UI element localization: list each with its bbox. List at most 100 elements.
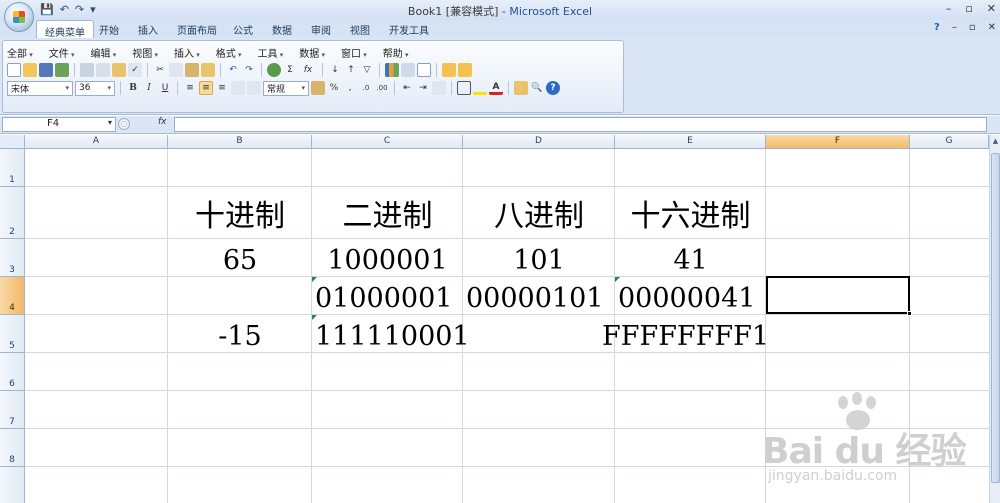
fill-handle[interactable] [907,311,912,316]
new-file-icon[interactable] [7,63,21,77]
tab-classic-menu[interactable]: 经典菜单 [36,20,94,39]
tab-home[interactable]: 开始 [99,22,119,37]
underline-button[interactable]: U [158,81,172,95]
cut-icon[interactable]: ✂ [153,63,167,77]
menu-file[interactable]: 文件 [49,45,75,60]
menu-insert[interactable]: 插入 [174,45,200,60]
restore-icon[interactable]: ▫ [965,2,972,15]
cell-b5[interactable]: -15 [168,315,312,352]
name-box[interactable]: F4 ▾ [2,117,116,132]
decrease-indent-icon[interactable]: ⇤ [400,81,414,95]
active-cell-f4[interactable] [766,276,912,316]
tab-insert[interactable]: 插入 [138,22,158,37]
italic-button[interactable]: I [142,81,156,95]
cell-c2[interactable]: 二进制 [312,187,463,235]
tab-view[interactable]: 视图 [350,22,370,37]
formula-input[interactable] [174,117,987,132]
print-preview-icon[interactable] [96,63,110,77]
paste-icon[interactable] [185,63,199,77]
insert-function-icon[interactable]: fx [299,63,317,77]
menu-window[interactable]: 窗口 [341,45,367,60]
row-header-7[interactable]: 7 [0,391,25,429]
row-header-5[interactable]: 5 [0,315,25,353]
select-all-corner[interactable] [0,135,25,149]
menu-edit[interactable]: 编辑 [91,45,117,60]
workbook-minimize-icon[interactable]: – [952,22,957,33]
row-header-8[interactable]: 8 [0,429,25,467]
row-header-9[interactable] [0,467,25,503]
currency-icon[interactable] [311,81,325,95]
save-icon[interactable] [39,63,53,77]
cell-b3[interactable]: 65 [168,239,312,276]
office-button[interactable] [4,2,34,32]
cell-b2[interactable]: 十进制 [168,187,312,235]
style-icon[interactable] [514,81,528,95]
align-center-icon[interactable]: ≡ [199,81,213,95]
menu-all[interactable]: 全部 [7,45,33,60]
table-icon[interactable] [417,63,431,77]
tab-review[interactable]: 审阅 [311,22,331,37]
number-format-combo[interactable]: 常规 [263,80,309,96]
tab-page-layout[interactable]: 页面布局 [177,22,217,37]
column-header-b[interactable]: B [168,135,312,149]
cell-e4[interactable]: 00000041 [618,277,768,314]
row-header-1[interactable]: 1 [0,149,25,187]
row-header-6[interactable]: 6 [0,353,25,391]
sort-ascending-icon[interactable]: ↓ [328,63,342,77]
column-header-d[interactable]: D [463,135,615,149]
row-header-4[interactable]: 4 [0,277,25,315]
autosum-icon[interactable]: Σ [283,63,297,77]
vertical-scrollbar[interactable]: ▲ [989,135,1000,503]
open-folder-icon[interactable] [23,63,37,77]
cell-d3[interactable]: 101 [463,239,615,276]
help-icon[interactable]: ? [934,22,940,33]
zoom-icon[interactable]: 🔍 [530,81,544,95]
workbook-close-icon[interactable]: ✕ [988,22,996,33]
sort-descending-icon[interactable]: ↑ [344,63,358,77]
column-header-a[interactable]: A [25,135,168,149]
pivot-icon[interactable] [401,63,415,77]
redo-icon[interactable]: ↷ [242,63,256,77]
fill-color-icon[interactable] [473,81,487,95]
align-left-icon[interactable]: ≡ [183,81,197,95]
formula-cancel-icon[interactable]: ◌ [118,118,130,130]
borders-icon[interactable] [457,81,471,95]
menu-tools[interactable]: 工具 [258,45,284,60]
cell-e3[interactable]: 41 [615,239,766,276]
tab-data[interactable]: 数据 [272,22,292,37]
hyperlink-icon[interactable] [267,63,281,77]
cell-d4[interactable]: 00000101 [466,277,616,314]
font-color-icon[interactable]: A [489,81,503,95]
percent-button[interactable]: % [327,81,341,95]
cell-c5[interactable]: 111110001 [315,315,475,352]
column-header-g[interactable]: G [910,135,989,149]
chart-icon[interactable] [385,63,399,77]
font-name-combo[interactable]: 宋体 [7,80,73,96]
tab-developer[interactable]: 开发工具 [389,22,429,37]
spelling-icon[interactable]: ✓ [128,63,142,77]
column-header-f[interactable]: F [766,135,910,149]
cell-c3[interactable]: 1000001 [312,239,463,276]
undo-icon[interactable]: ↶ [226,63,240,77]
cell-e2[interactable]: 十六进制 [615,187,766,235]
decrease-decimal-icon[interactable]: .00 [375,81,389,95]
folder-icon[interactable] [458,63,472,77]
increase-indent-icon[interactable]: ⇥ [416,81,430,95]
comma-button[interactable]: , [343,81,357,95]
row-header-2[interactable]: 2 [0,187,25,239]
orientation-icon[interactable] [432,81,446,95]
increase-decimal-icon[interactable]: .0 [359,81,373,95]
permission-icon[interactable] [55,63,69,77]
cell-e5[interactable]: FFFFFFFF1 [602,315,778,352]
copy-icon[interactable] [169,63,183,77]
bold-button[interactable]: B [126,81,140,95]
tab-formulas[interactable]: 公式 [233,22,253,37]
font-size-combo[interactable]: 36 [75,80,115,96]
insert-function-button[interactable]: fx [158,117,172,132]
drawing-icon[interactable] [442,63,456,77]
help-icon[interactable]: ? [546,81,560,95]
align-right-icon[interactable]: ≡ [215,81,229,95]
filter-icon[interactable]: ▽ [360,63,374,77]
chevron-down-icon[interactable]: ▾ [108,118,112,127]
workbook-restore-icon[interactable]: ▫ [969,22,976,33]
